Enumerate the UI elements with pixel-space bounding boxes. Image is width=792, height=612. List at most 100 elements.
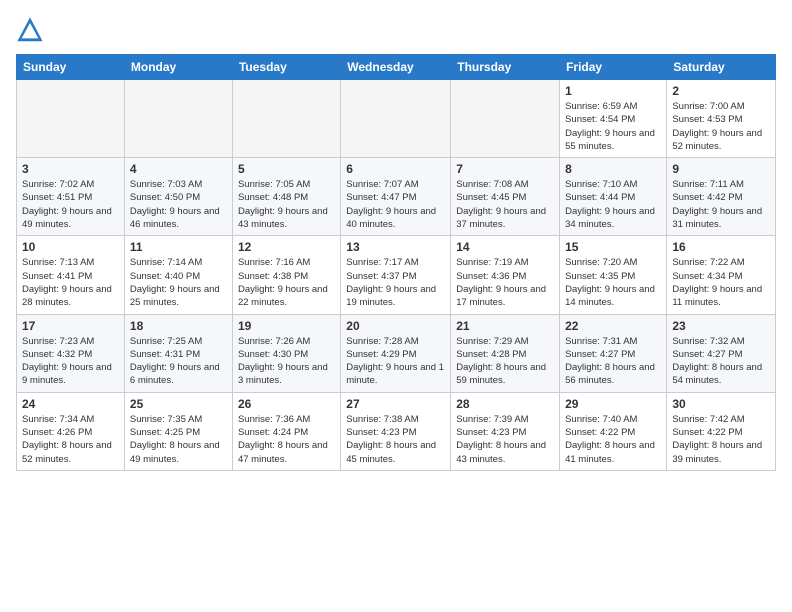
calendar-cell xyxy=(451,80,560,158)
calendar-week-row: 17 Sunrise: 7:23 AM Sunset: 4:32 PM Dayli… xyxy=(17,314,776,392)
day-number: 24 xyxy=(22,397,119,411)
weekday-header: Tuesday xyxy=(232,55,340,80)
day-number: 20 xyxy=(346,319,445,333)
calendar-cell: 23 Sunrise: 7:32 AM Sunset: 4:27 PM Dayli… xyxy=(667,314,776,392)
day-info: Sunrise: 7:38 AM Sunset: 4:23 PM Dayligh… xyxy=(346,413,445,466)
calendar-cell: 4 Sunrise: 7:03 AM Sunset: 4:50 PM Daylig… xyxy=(124,158,232,236)
calendar-cell: 30 Sunrise: 7:42 AM Sunset: 4:22 PM Dayli… xyxy=(667,392,776,470)
calendar-cell: 15 Sunrise: 7:20 AM Sunset: 4:35 PM Dayli… xyxy=(560,236,667,314)
calendar-cell: 18 Sunrise: 7:25 AM Sunset: 4:31 PM Dayli… xyxy=(124,314,232,392)
calendar-cell: 8Sunrise: 7:10 AM Sunset: 4:44 PM Daylig… xyxy=(560,158,667,236)
calendar-cell xyxy=(341,80,451,158)
day-info: Sunrise: 7:23 AM Sunset: 4:32 PM Dayligh… xyxy=(22,335,119,388)
day-info: Sunrise: 7:29 AM Sunset: 4:28 PM Dayligh… xyxy=(456,335,554,388)
calendar-cell: 28 Sunrise: 7:39 AM Sunset: 4:23 PM Dayli… xyxy=(451,392,560,470)
calendar-cell: 29Sunrise: 7:40 AM Sunset: 4:22 PM Dayli… xyxy=(560,392,667,470)
header-row: SundayMondayTuesdayWednesdayThursdayFrid… xyxy=(17,55,776,80)
day-info: Sunrise: 7:08 AM Sunset: 4:45 PM Dayligh… xyxy=(456,178,554,231)
day-number: 21 xyxy=(456,319,554,333)
calendar-cell: 27 Sunrise: 7:38 AM Sunset: 4:23 PM Dayli… xyxy=(341,392,451,470)
day-info: Sunrise: 7:31 AM Sunset: 4:27 PM Dayligh… xyxy=(565,335,661,388)
day-number: 23 xyxy=(672,319,770,333)
calendar-week-row: 24 Sunrise: 7:34 AM Sunset: 4:26 PM Dayli… xyxy=(17,392,776,470)
day-info: Sunrise: 7:28 AM Sunset: 4:29 PM Dayligh… xyxy=(346,335,445,388)
day-info: Sunrise: 7:02 AM Sunset: 4:51 PM Dayligh… xyxy=(22,178,119,231)
day-number: 16 xyxy=(672,240,770,254)
weekday-header: Thursday xyxy=(451,55,560,80)
calendar-cell: 26Sunrise: 7:36 AM Sunset: 4:24 PM Dayli… xyxy=(232,392,340,470)
calendar-cell: 2 Sunrise: 7:00 AM Sunset: 4:53 PM Daylig… xyxy=(667,80,776,158)
weekday-header: Friday xyxy=(560,55,667,80)
day-number: 14 xyxy=(456,240,554,254)
day-info: Sunrise: 7:26 AM Sunset: 4:30 PM Dayligh… xyxy=(238,335,335,388)
day-info: Sunrise: 7:16 AM Sunset: 4:38 PM Dayligh… xyxy=(238,256,335,309)
day-info: Sunrise: 7:42 AM Sunset: 4:22 PM Dayligh… xyxy=(672,413,770,466)
calendar-cell: 13 Sunrise: 7:17 AM Sunset: 4:37 PM Dayli… xyxy=(341,236,451,314)
calendar-cell: 21 Sunrise: 7:29 AM Sunset: 4:28 PM Dayli… xyxy=(451,314,560,392)
day-number: 6 xyxy=(346,162,445,176)
day-info: Sunrise: 7:39 AM Sunset: 4:23 PM Dayligh… xyxy=(456,413,554,466)
day-number: 11 xyxy=(130,240,227,254)
day-info: Sunrise: 7:17 AM Sunset: 4:37 PM Dayligh… xyxy=(346,256,445,309)
day-info: Sunrise: 7:22 AM Sunset: 4:34 PM Dayligh… xyxy=(672,256,770,309)
calendar-cell: 1 Sunrise: 6:59 AM Sunset: 4:54 PM Daylig… xyxy=(560,80,667,158)
day-info: Sunrise: 7:00 AM Sunset: 4:53 PM Dayligh… xyxy=(672,100,770,153)
calendar-cell: 17 Sunrise: 7:23 AM Sunset: 4:32 PM Dayli… xyxy=(17,314,125,392)
day-number: 1 xyxy=(565,84,661,98)
calendar-cell: 7 Sunrise: 7:08 AM Sunset: 4:45 PM Daylig… xyxy=(451,158,560,236)
day-info: Sunrise: 7:11 AM Sunset: 4:42 PM Dayligh… xyxy=(672,178,770,231)
day-number: 27 xyxy=(346,397,445,411)
day-info: Sunrise: 7:32 AM Sunset: 4:27 PM Dayligh… xyxy=(672,335,770,388)
day-number: 18 xyxy=(130,319,227,333)
day-number: 13 xyxy=(346,240,445,254)
day-number: 8 xyxy=(565,162,661,176)
calendar-cell: 24 Sunrise: 7:34 AM Sunset: 4:26 PM Dayli… xyxy=(17,392,125,470)
calendar-cell: 20 Sunrise: 7:28 AM Sunset: 4:29 PM Dayli… xyxy=(341,314,451,392)
day-number: 10 xyxy=(22,240,119,254)
calendar-week-row: 10 Sunrise: 7:13 AM Sunset: 4:41 PM Dayli… xyxy=(17,236,776,314)
day-number: 5 xyxy=(238,162,335,176)
logo xyxy=(16,16,46,44)
day-info: Sunrise: 7:34 AM Sunset: 4:26 PM Dayligh… xyxy=(22,413,119,466)
day-info: Sunrise: 7:19 AM Sunset: 4:36 PM Dayligh… xyxy=(456,256,554,309)
day-number: 25 xyxy=(130,397,227,411)
day-info: Sunrise: 7:05 AM Sunset: 4:48 PM Dayligh… xyxy=(238,178,335,231)
header xyxy=(16,16,776,44)
day-info: Sunrise: 7:07 AM Sunset: 4:47 PM Dayligh… xyxy=(346,178,445,231)
calendar-cell: 16 Sunrise: 7:22 AM Sunset: 4:34 PM Dayli… xyxy=(667,236,776,314)
calendar-cell: 5 Sunrise: 7:05 AM Sunset: 4:48 PM Daylig… xyxy=(232,158,340,236)
calendar-cell xyxy=(17,80,125,158)
day-info: Sunrise: 7:14 AM Sunset: 4:40 PM Dayligh… xyxy=(130,256,227,309)
calendar-cell: 11 Sunrise: 7:14 AM Sunset: 4:40 PM Dayli… xyxy=(124,236,232,314)
calendar-cell xyxy=(124,80,232,158)
day-info: Sunrise: 7:20 AM Sunset: 4:35 PM Dayligh… xyxy=(565,256,661,309)
calendar-cell: 19Sunrise: 7:26 AM Sunset: 4:30 PM Dayli… xyxy=(232,314,340,392)
calendar-cell: 3 Sunrise: 7:02 AM Sunset: 4:51 PM Daylig… xyxy=(17,158,125,236)
weekday-header: Saturday xyxy=(667,55,776,80)
page-container: SundayMondayTuesdayWednesdayThursdayFrid… xyxy=(0,0,792,479)
day-number: 7 xyxy=(456,162,554,176)
calendar-cell: 9 Sunrise: 7:11 AM Sunset: 4:42 PM Daylig… xyxy=(667,158,776,236)
day-number: 12 xyxy=(238,240,335,254)
day-info: Sunrise: 7:13 AM Sunset: 4:41 PM Dayligh… xyxy=(22,256,119,309)
calendar-cell: 6 Sunrise: 7:07 AM Sunset: 4:47 PM Daylig… xyxy=(341,158,451,236)
day-number: 28 xyxy=(456,397,554,411)
logo-icon xyxy=(16,16,44,44)
calendar-cell: 22Sunrise: 7:31 AM Sunset: 4:27 PM Dayli… xyxy=(560,314,667,392)
calendar-cell: 12 Sunrise: 7:16 AM Sunset: 4:38 PM Dayli… xyxy=(232,236,340,314)
weekday-header: Monday xyxy=(124,55,232,80)
day-number: 15 xyxy=(565,240,661,254)
calendar-week-row: 1 Sunrise: 6:59 AM Sunset: 4:54 PM Daylig… xyxy=(17,80,776,158)
day-info: Sunrise: 7:25 AM Sunset: 4:31 PM Dayligh… xyxy=(130,335,227,388)
day-number: 30 xyxy=(672,397,770,411)
day-number: 4 xyxy=(130,162,227,176)
day-number: 29 xyxy=(565,397,661,411)
day-info: Sunrise: 7:03 AM Sunset: 4:50 PM Dayligh… xyxy=(130,178,227,231)
day-number: 17 xyxy=(22,319,119,333)
day-number: 9 xyxy=(672,162,770,176)
day-info: Sunrise: 6:59 AM Sunset: 4:54 PM Dayligh… xyxy=(565,100,661,153)
day-number: 2 xyxy=(672,84,770,98)
day-number: 3 xyxy=(22,162,119,176)
day-info: Sunrise: 7:36 AM Sunset: 4:24 PM Dayligh… xyxy=(238,413,335,466)
calendar-cell: 10 Sunrise: 7:13 AM Sunset: 4:41 PM Dayli… xyxy=(17,236,125,314)
